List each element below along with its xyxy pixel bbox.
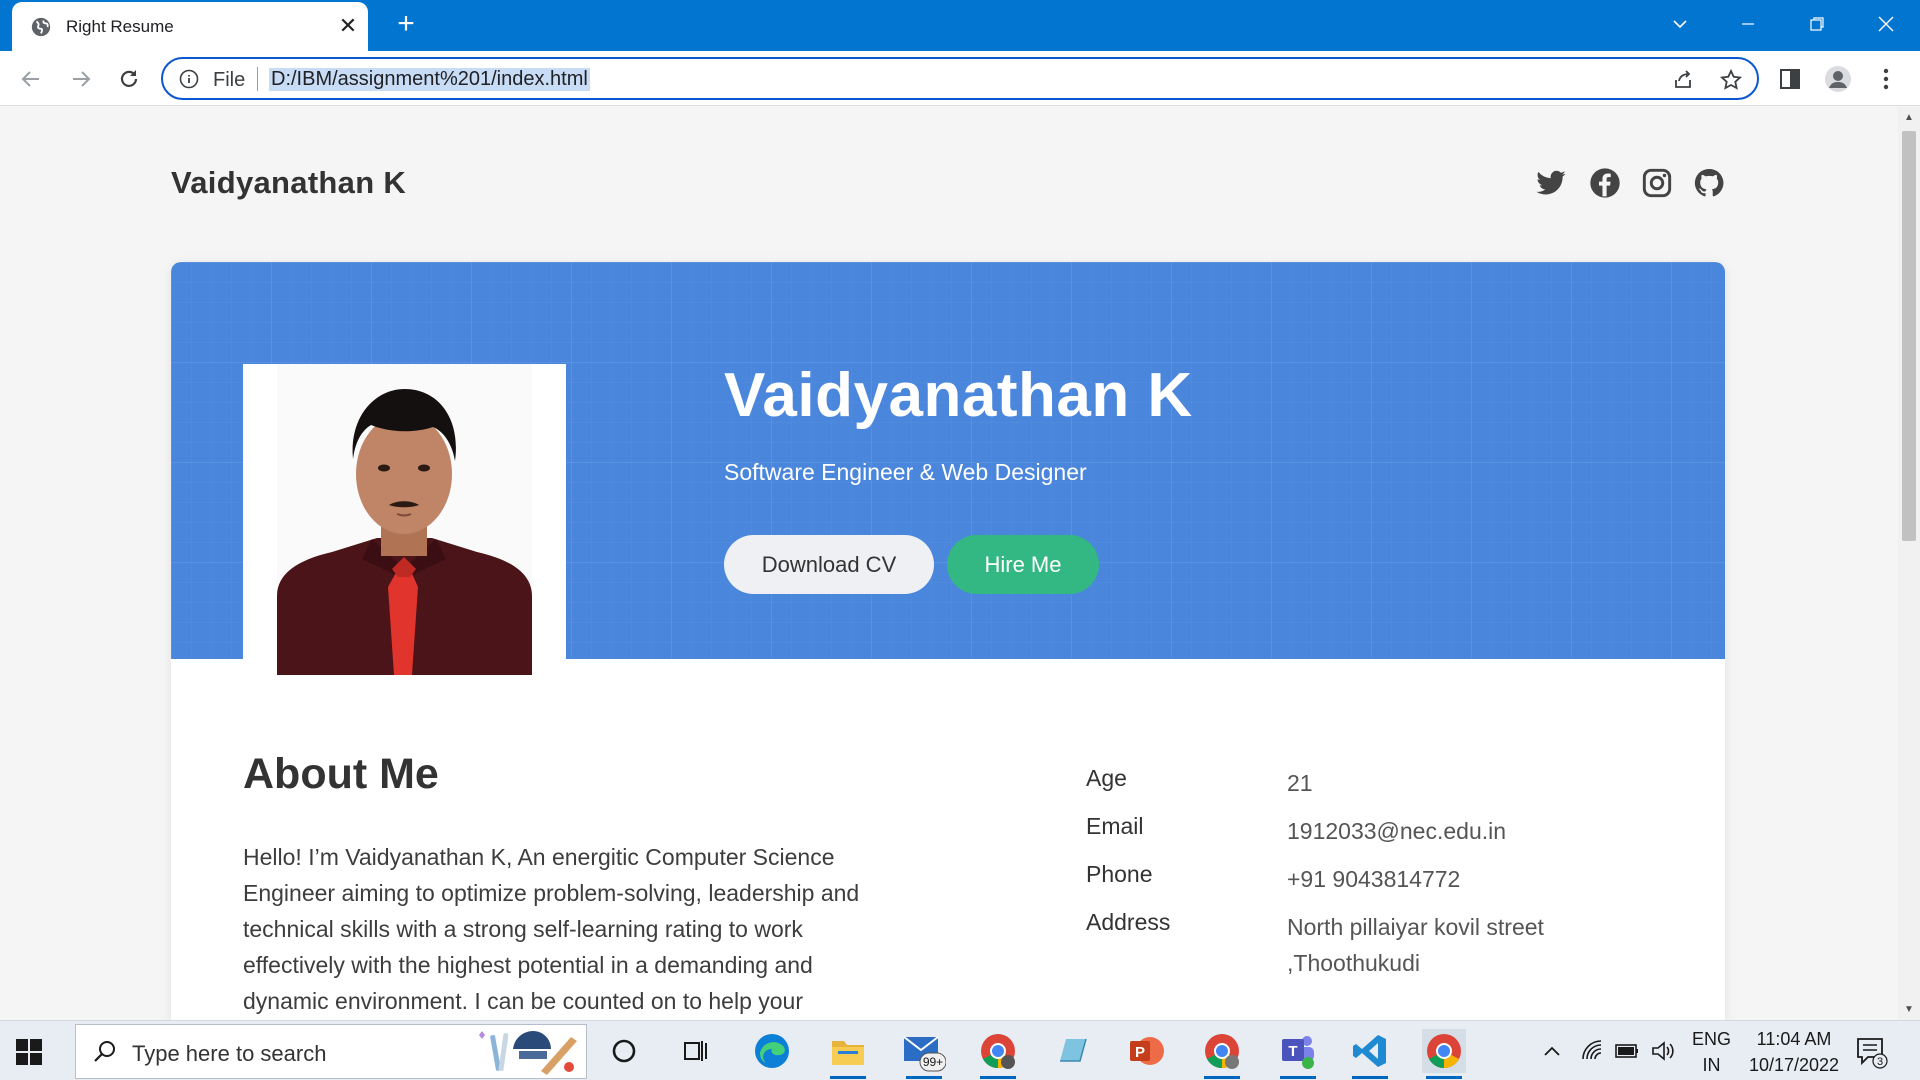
restore-button[interactable] (1797, 8, 1837, 40)
mail-badge: 99+ (923, 1055, 943, 1069)
tab-close-icon[interactable]: ✕ (335, 13, 361, 39)
chrome-active-icon[interactable] (1422, 1029, 1466, 1079)
address-bar[interactable]: File D:/IBM/assignment%201/index.html (161, 57, 1759, 100)
volume-icon[interactable] (1650, 1039, 1676, 1063)
instagram-icon[interactable] (1641, 167, 1673, 199)
profile-avatar-icon[interactable] (1824, 65, 1852, 93)
scroll-thumb[interactable] (1902, 131, 1916, 541)
clock[interactable]: 11:04 AM 10/17/2022 (1742, 1026, 1846, 1078)
new-tab-button[interactable]: + (390, 8, 422, 40)
task-view-icon[interactable] (674, 1029, 718, 1073)
back-arrow-icon (21, 71, 39, 87)
omnibox-divider (257, 67, 258, 91)
site-info-icon[interactable] (179, 69, 199, 89)
close-window-button[interactable] (1866, 8, 1906, 40)
hero-name: Vaidyanathan K (724, 361, 1193, 430)
forward-arrow-icon (73, 71, 91, 87)
tab-title: Right Resume (66, 17, 174, 36)
svg-text:T: T (1288, 1043, 1297, 1060)
search-icon (94, 1041, 115, 1062)
info-key: Age (1086, 765, 1127, 791)
facebook-icon[interactable] (1589, 167, 1621, 199)
bookmark-star-icon[interactable] (1719, 68, 1743, 92)
info-value: North pillaiyar kovil street ,Thoothukud… (1287, 914, 1544, 976)
wifi-icon[interactable] (1580, 1039, 1604, 1063)
cortana-icon[interactable] (602, 1029, 646, 1073)
notepad-icon[interactable] (1050, 1029, 1094, 1073)
cricket-doodle-icon (479, 1031, 577, 1075)
tab-search-icon[interactable] (1660, 8, 1700, 40)
clock-date: 10/17/2022 (1748, 1055, 1840, 1075)
info-key: Email (1086, 813, 1144, 839)
info-key: Phone (1086, 861, 1153, 887)
info-value: +91 9043814772 (1287, 866, 1461, 892)
language-code: ENG (1692, 1029, 1732, 1049)
forward-button[interactable] (62, 60, 100, 98)
page-scrollbar[interactable]: ▲ ▼ (1898, 107, 1920, 1020)
browser-toolbar: File D:/IBM/assignment%201/index.html (0, 51, 1920, 106)
twitter-icon[interactable] (1535, 167, 1567, 199)
profile-photo (277, 364, 532, 675)
reload-icon (120, 70, 138, 87)
download-cv-button[interactable]: Download CV (724, 535, 934, 594)
powerpoint-icon[interactable]: P (1124, 1029, 1168, 1073)
scroll-down-arrow[interactable]: ▼ (1904, 1005, 1914, 1015)
clock-time: 11:04 AM (1756, 1029, 1832, 1049)
tray-chevron-up-icon[interactable] (1542, 1041, 1562, 1061)
profile-photo-frame (243, 364, 566, 687)
page-viewport: Vaidyanathan K Vaidyanathan K Software E… (0, 107, 1898, 1020)
file-explorer-icon[interactable] (826, 1029, 870, 1079)
url-text[interactable]: D:/IBM/assignment%201/index.html (269, 68, 590, 91)
windows-start-icon[interactable] (16, 1039, 42, 1065)
site-brand[interactable]: Vaidyanathan K (171, 165, 406, 201)
windows-taskbar: Type here to search 99+ P T ENG IN 11:04… (0, 1020, 1920, 1080)
scroll-up-arrow[interactable]: ▲ (1904, 113, 1914, 123)
info-value[interactable]: 1912033@nec.edu.in (1287, 813, 1587, 849)
resume-card: Vaidyanathan K Software Engineer & Web D… (171, 262, 1725, 1020)
edge-taskbar-icon[interactable] (750, 1029, 794, 1073)
info-key: Address (1086, 909, 1171, 935)
info-value: 21 (1287, 770, 1313, 796)
minimize-button[interactable] (1728, 8, 1768, 40)
region-code: IN (1702, 1055, 1721, 1075)
globe-icon (31, 17, 51, 37)
reload-button[interactable] (110, 60, 148, 98)
teams-icon[interactable]: T (1276, 1029, 1320, 1079)
chrome-profile-icon[interactable] (976, 1029, 1020, 1079)
notification-count: 3 (1877, 1056, 1883, 1068)
hire-me-button[interactable]: Hire Me (947, 535, 1099, 594)
browser-titlebar: Right Resume ✕ + (0, 0, 1920, 51)
hero-role: Software Engineer & Web Designer (724, 459, 1087, 485)
language-indicator[interactable]: ENG IN (1692, 1026, 1731, 1078)
mail-icon[interactable]: 99+ (902, 1029, 946, 1079)
about-text: Hello! I’m Vaidyanathan K, An energitic … (243, 844, 860, 1014)
browser-tab[interactable]: Right Resume ✕ (12, 2, 368, 51)
about-title: About Me (243, 750, 439, 798)
taskbar-search-box[interactable]: Type here to search (75, 1024, 587, 1079)
file-scheme-label: File (213, 69, 246, 91)
back-button[interactable] (12, 60, 50, 98)
side-panel-icon[interactable] (1776, 65, 1804, 93)
github-icon[interactable] (1693, 167, 1725, 199)
share-icon[interactable] (1671, 68, 1695, 92)
battery-icon[interactable] (1614, 1040, 1640, 1062)
menu-dots-icon[interactable] (1872, 65, 1900, 93)
vscode-icon[interactable] (1348, 1029, 1392, 1079)
chrome-profile-2-icon[interactable] (1200, 1029, 1244, 1079)
search-placeholder: Type here to search (132, 1041, 327, 1066)
svg-text:P: P (1135, 1044, 1145, 1061)
notification-center-icon[interactable]: 3 (1854, 1035, 1888, 1069)
